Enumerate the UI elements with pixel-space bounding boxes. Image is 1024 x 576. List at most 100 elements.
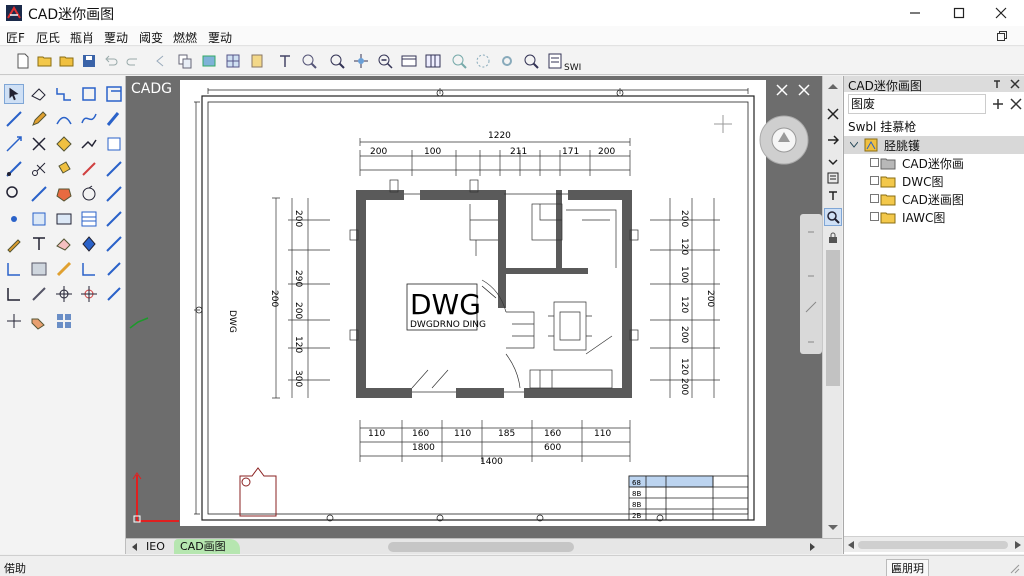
point-icon[interactable] bbox=[4, 209, 24, 229]
new-file-icon[interactable] bbox=[14, 52, 32, 70]
find-icon[interactable] bbox=[522, 52, 540, 70]
circle-tool-icon[interactable] bbox=[4, 184, 24, 204]
expand-icon[interactable] bbox=[850, 141, 858, 149]
frame-icon[interactable] bbox=[104, 84, 124, 104]
polyline-icon[interactable] bbox=[54, 84, 74, 104]
trim-icon[interactable] bbox=[29, 134, 49, 154]
drawing-canvas[interactable]: CADG 1220 200 100 211 171 200 DWG 200 20… bbox=[126, 76, 822, 538]
close-button[interactable] bbox=[978, 0, 1024, 26]
stretch-line-icon[interactable] bbox=[104, 284, 124, 304]
view-icon[interactable] bbox=[400, 52, 418, 70]
snap-icon[interactable] bbox=[474, 52, 492, 70]
drawing-sheet[interactable]: 1220 200 100 211 171 200 DWG 200 200 290… bbox=[180, 80, 766, 526]
panel-scroll-left-icon[interactable] bbox=[847, 541, 855, 549]
scroll-up-icon[interactable] bbox=[827, 82, 839, 90]
ellipse-icon[interactable] bbox=[29, 184, 49, 204]
brush-icon[interactable] bbox=[104, 109, 124, 129]
extend-icon[interactable] bbox=[104, 259, 124, 279]
measure-icon[interactable] bbox=[104, 159, 124, 179]
add-icon[interactable] bbox=[992, 98, 1004, 110]
blocks-grid-icon[interactable] bbox=[54, 311, 74, 331]
arc-icon[interactable] bbox=[54, 109, 74, 129]
panel-close-x-icon[interactable] bbox=[1010, 79, 1020, 89]
search-icon[interactable] bbox=[450, 52, 468, 70]
menu-item-draw[interactable]: 覂动 bbox=[104, 29, 128, 46]
pencil-icon[interactable] bbox=[29, 109, 49, 129]
spline-icon[interactable] bbox=[79, 109, 99, 129]
slash-tool-icon[interactable] bbox=[54, 259, 74, 279]
folder-icon[interactable] bbox=[58, 52, 76, 70]
paste-icon[interactable] bbox=[248, 52, 266, 70]
panel-search-input[interactable]: 图废 bbox=[848, 94, 986, 114]
zoom-icon[interactable] bbox=[300, 52, 318, 70]
leader-icon[interactable] bbox=[104, 234, 124, 254]
scroll-down-icon[interactable] bbox=[827, 524, 839, 532]
tree-item[interactable]: CAD迷你画 bbox=[844, 154, 1024, 172]
table-icon[interactable] bbox=[79, 209, 99, 229]
menu-item-edit[interactable]: 厄氏 bbox=[36, 29, 60, 46]
chamfer-icon[interactable] bbox=[79, 259, 99, 279]
pan-icon[interactable] bbox=[352, 52, 370, 70]
calculator-icon[interactable] bbox=[546, 52, 564, 70]
menu-item-help[interactable]: 覂动 bbox=[208, 29, 232, 46]
join-icon[interactable] bbox=[29, 284, 49, 304]
erase-area-icon[interactable] bbox=[54, 234, 74, 254]
fill-icon[interactable] bbox=[54, 159, 74, 179]
line-tool-icon[interactable] bbox=[4, 109, 24, 129]
tab-prev-icon[interactable] bbox=[130, 542, 138, 552]
scroll-thumb[interactable] bbox=[826, 250, 840, 386]
eraser-icon[interactable] bbox=[29, 84, 49, 104]
checkbox-icon[interactable] bbox=[870, 212, 880, 222]
copy-icon[interactable] bbox=[176, 52, 194, 70]
text-icon[interactable] bbox=[276, 52, 294, 70]
panel-close-icon[interactable] bbox=[798, 84, 810, 96]
polygon-icon[interactable] bbox=[54, 184, 74, 204]
arrow-right-icon[interactable] bbox=[827, 134, 839, 146]
tag-icon[interactable] bbox=[29, 311, 49, 331]
pin-icon[interactable] bbox=[992, 79, 1002, 89]
menu-item-file[interactable]: 匠F bbox=[6, 29, 25, 46]
tab-layout-active[interactable]: CAD画图 bbox=[174, 539, 240, 554]
menu-item-tools[interactable]: 燃燃 bbox=[173, 29, 197, 46]
properties-icon[interactable] bbox=[827, 172, 839, 184]
rotate-icon[interactable] bbox=[79, 184, 99, 204]
resize-grip-icon[interactable] bbox=[1008, 562, 1020, 574]
offset-icon[interactable] bbox=[79, 134, 99, 154]
tree-item[interactable]: IAWC图 bbox=[844, 208, 1024, 226]
break-icon[interactable] bbox=[4, 284, 24, 304]
undo-icon[interactable] bbox=[102, 52, 120, 70]
corner-icon[interactable] bbox=[4, 259, 24, 279]
tab-model[interactable]: IEO bbox=[146, 540, 165, 553]
panel-scroll-right-icon[interactable] bbox=[1014, 541, 1022, 549]
stretch-icon[interactable] bbox=[79, 159, 99, 179]
save-icon[interactable] bbox=[80, 52, 98, 70]
center-mark-icon[interactable] bbox=[54, 284, 74, 304]
compass-icon[interactable] bbox=[79, 234, 99, 254]
dropper-icon[interactable] bbox=[4, 234, 24, 254]
coordinate-icon[interactable] bbox=[4, 311, 24, 331]
minimize-button[interactable] bbox=[892, 0, 938, 26]
mirror-icon[interactable] bbox=[104, 134, 124, 154]
scissors-icon[interactable] bbox=[29, 159, 49, 179]
explode-icon[interactable] bbox=[104, 209, 124, 229]
panel-horizontal-scrollbar[interactable] bbox=[844, 536, 1024, 552]
menu-item-modify[interactable]: 阈变 bbox=[139, 29, 163, 46]
navigation-wheel-icon[interactable] bbox=[758, 114, 810, 166]
dimension-icon[interactable] bbox=[4, 134, 24, 154]
navigation-bar[interactable] bbox=[800, 214, 822, 354]
horizontal-scroll-thumb[interactable] bbox=[388, 542, 574, 552]
block-icon[interactable] bbox=[224, 52, 242, 70]
scroll-right-icon[interactable] bbox=[809, 542, 817, 552]
checkbox-icon[interactable] bbox=[870, 158, 880, 168]
move-icon[interactable] bbox=[4, 159, 24, 179]
hatch-icon[interactable] bbox=[54, 134, 74, 154]
region-icon[interactable] bbox=[54, 209, 74, 229]
tree-root-row[interactable]: 胫脁镬 bbox=[844, 136, 1024, 154]
block-insert-icon[interactable] bbox=[29, 209, 49, 229]
image-icon[interactable] bbox=[29, 259, 49, 279]
tree-item[interactable]: CAD迷画图 bbox=[844, 190, 1024, 208]
vertical-scrollbar[interactable] bbox=[822, 76, 842, 538]
settings-icon[interactable] bbox=[498, 52, 516, 70]
rectangle-icon[interactable] bbox=[79, 84, 99, 104]
view-close-icon[interactable] bbox=[776, 84, 788, 96]
